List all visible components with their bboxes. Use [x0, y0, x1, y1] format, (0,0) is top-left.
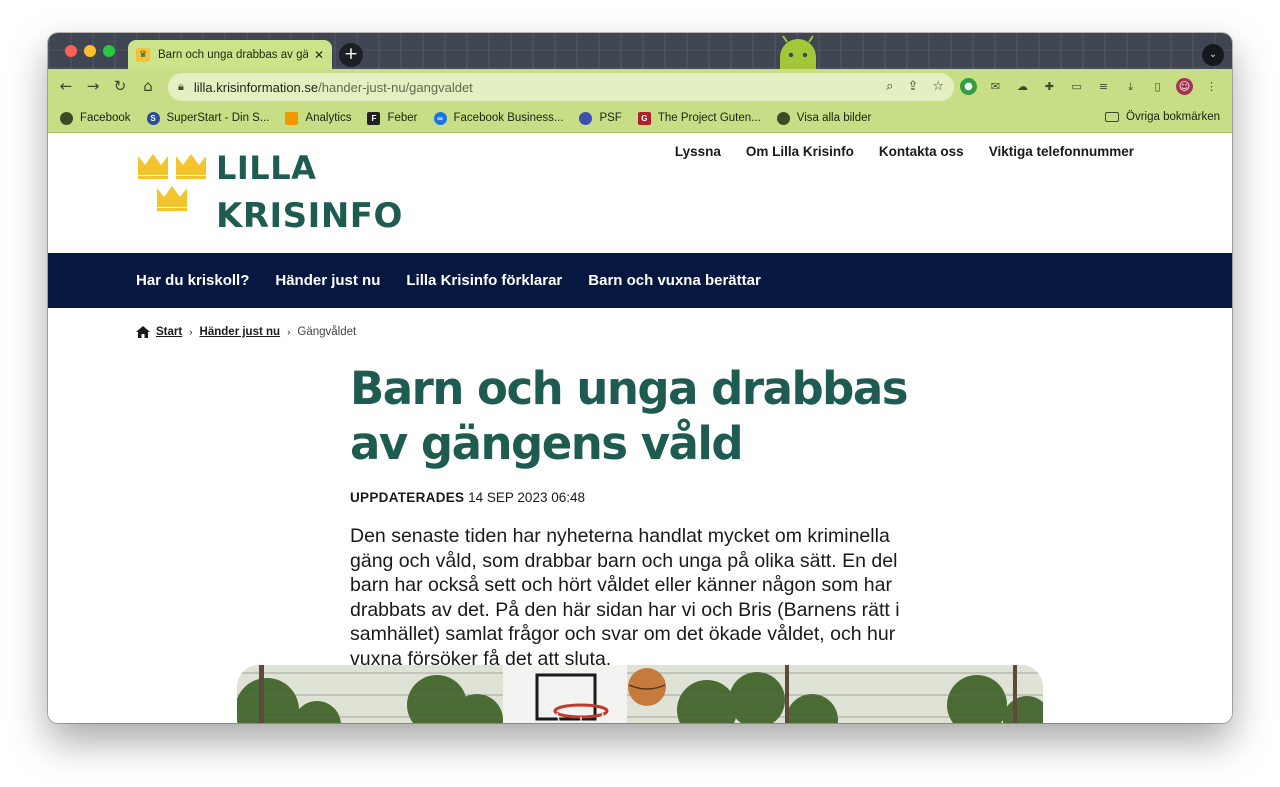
- zoom-search-icon[interactable]: ⌕: [886, 79, 893, 94]
- nav-lyssna[interactable]: Lyssna: [675, 144, 721, 159]
- bookmark-label: Facebook: [80, 112, 131, 124]
- breadcrumb-current: Gängvåldet: [297, 326, 357, 338]
- psf-icon: [579, 111, 593, 125]
- bookmark-label: The Project Guten...: [657, 112, 761, 124]
- bookmark-item[interactable]: ∞ Facebook Business...: [433, 111, 564, 125]
- browser-toolbar: ← → ↻ ⌂ 🔒︎ lilla.krisinformation.se/hand…: [48, 69, 1232, 104]
- bookmark-label: Analytics: [305, 112, 352, 124]
- main-navigation: Har du kriskoll? Händer just nu Lilla Kr…: [48, 253, 1232, 308]
- gutenberg-icon: G: [637, 111, 651, 125]
- lock-icon[interactable]: 🔒︎: [178, 80, 184, 94]
- s-icon: S: [146, 111, 160, 125]
- breadcrumb-start[interactable]: Start: [156, 326, 182, 338]
- kebab-menu-icon[interactable]: ⋮: [1203, 78, 1220, 95]
- browser-window: ♛ Barn och unga drabbas av gängens våld …: [48, 33, 1232, 723]
- article-title: Barn och unga drabbas av gängens våld: [350, 362, 909, 470]
- hero-image: [237, 665, 1043, 723]
- meta-icon: ∞: [433, 111, 447, 125]
- android-theme-icon: [780, 35, 816, 69]
- updated-label: UPPDATERADES: [350, 490, 465, 505]
- analytics-icon: [285, 111, 299, 125]
- web-page: LILLA KRISINFO Lyssna Om Lilla Krisinfo …: [48, 133, 1232, 723]
- side-panel-icon[interactable]: ▯: [1149, 78, 1166, 95]
- maximize-window-button[interactable]: [103, 45, 115, 57]
- bookmark-item[interactable]: G The Project Guten...: [637, 111, 761, 125]
- puzzle-extensions-icon[interactable]: ✚: [1041, 78, 1058, 95]
- minimize-window-button[interactable]: [84, 45, 96, 57]
- forward-arrow-icon[interactable]: →: [83, 77, 103, 95]
- article-updated: UPPDATERADES 14 SEP 2023 06:48: [350, 490, 585, 505]
- logo-line-2: KRISINFO: [216, 196, 403, 236]
- bookmark-label: PSF: [599, 112, 622, 124]
- bookmark-label: Feber: [387, 112, 418, 124]
- bookmark-label: Facebook Business...: [453, 112, 564, 124]
- browser-tab-active[interactable]: ♛ Barn och unga drabbas av gängens våld …: [128, 40, 332, 69]
- bookmark-item[interactable]: S SuperStart - Din S...: [146, 111, 270, 125]
- profile-avatar-icon[interactable]: ☺: [1176, 78, 1193, 95]
- nav-om-lilla-krisinfo[interactable]: Om Lilla Krisinfo: [746, 144, 854, 159]
- bookmark-item[interactable]: Visa alla bilder: [776, 111, 872, 125]
- main-nav-hander-just-nu[interactable]: Händer just nu: [275, 272, 380, 289]
- bookmark-item[interactable]: Facebook: [60, 111, 131, 125]
- basketball-hoop-image: [237, 665, 1043, 723]
- bookmark-label: Visa alla bilder: [796, 112, 872, 124]
- folder-icon: [1105, 112, 1120, 122]
- tab-search-chevron-icon[interactable]: ⌄: [1202, 44, 1224, 66]
- main-nav-har-du-kriskoll[interactable]: Har du kriskoll?: [136, 272, 249, 289]
- site-logo[interactable]: LILLA KRISINFO: [136, 149, 402, 236]
- chevron-right-icon: ›: [189, 326, 193, 338]
- bookmark-label: SuperStart - Din S...: [166, 112, 270, 124]
- tab-title: Barn och unga drabbas av gängens våld: [158, 48, 308, 61]
- other-bookmarks-folder[interactable]: Övriga bokmärken: [1105, 111, 1220, 123]
- new-tab-button[interactable]: +: [339, 43, 363, 67]
- reading-list-icon[interactable]: ≡: [1095, 78, 1112, 95]
- crowns-icon: [138, 154, 206, 211]
- back-arrow-icon[interactable]: ←: [56, 77, 76, 95]
- home-icon[interactable]: ⌂: [138, 77, 158, 95]
- tab-close-icon[interactable]: ✕: [314, 48, 324, 62]
- url-path: /hander-just-nu/gangvaldet: [318, 79, 473, 95]
- main-nav-lilla-krisinfo-forklarar[interactable]: Lilla Krisinfo förklarar: [406, 272, 562, 289]
- address-bar[interactable]: 🔒︎ lilla.krisinformation.se/hander-just-…: [168, 73, 954, 101]
- extensions-area: ● ✉ ☁ ✚ ▭ ≡ ⤓ ▯ ☺ ⋮: [960, 78, 1220, 95]
- cloud-extension-icon[interactable]: ☁: [1014, 78, 1031, 95]
- mail-extension-icon[interactable]: ✉: [987, 78, 1004, 95]
- download-icon[interactable]: ⤓: [1122, 78, 1139, 95]
- cast-icon[interactable]: ▭: [1068, 78, 1085, 95]
- updated-date: 14 SEP 2023 06:48: [468, 490, 585, 505]
- close-window-button[interactable]: [65, 45, 77, 57]
- main-nav-barn-och-vuxna-berattar[interactable]: Barn och vuxna berättar: [588, 272, 761, 289]
- bookmark-item[interactable]: F Feber: [367, 111, 418, 125]
- bookmark-item[interactable]: Analytics: [285, 111, 352, 125]
- breadcrumb-hander-just-nu[interactable]: Händer just nu: [200, 326, 281, 338]
- nav-viktiga-telefonnummer[interactable]: Viktiga telefonnummer: [989, 144, 1134, 159]
- globe-icon: [776, 111, 790, 125]
- krisinfo-favicon-icon: ♛: [136, 47, 150, 62]
- breadcrumb: Start › Händer just nu › Gängvåldet: [136, 326, 356, 338]
- home-icon: [136, 326, 150, 338]
- logo-line-1: LILLA: [216, 149, 317, 187]
- bookmark-star-icon[interactable]: ☆: [932, 79, 944, 94]
- feber-icon: F: [367, 111, 381, 125]
- bookmarks-bar: Facebook S SuperStart - Din S... Analytic…: [48, 104, 1232, 133]
- globe-icon: [60, 111, 73, 125]
- top-navigation: Lyssna Om Lilla Krisinfo Kontakta oss Vi…: [675, 144, 1134, 159]
- nav-kontakta-oss[interactable]: Kontakta oss: [879, 144, 964, 159]
- chevron-right-icon: ›: [287, 326, 291, 338]
- reload-icon[interactable]: ↻: [110, 77, 130, 95]
- url-host: lilla.krisinformation.se: [193, 79, 319, 95]
- other-bookmarks-label: Övriga bokmärken: [1126, 111, 1220, 123]
- extension-green-icon[interactable]: ●: [960, 78, 977, 95]
- article-ingress: Den senaste tiden har nyheterna handlat …: [350, 525, 900, 670]
- bookmark-item[interactable]: PSF: [579, 111, 622, 125]
- share-icon[interactable]: ⇪: [907, 79, 918, 94]
- tab-strip: ♛ Barn och unga drabbas av gängens våld …: [48, 33, 1232, 69]
